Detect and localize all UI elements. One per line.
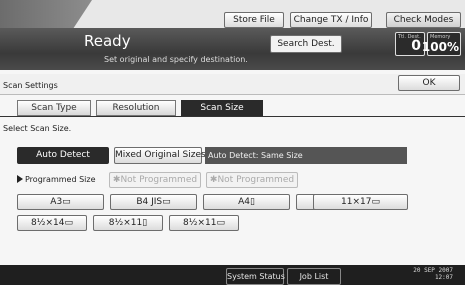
panel-title: Scan Settings: [3, 81, 58, 90]
memory-counter: Memory 100%: [422, 32, 461, 56]
job-list-button[interactable]: Job List: [287, 268, 341, 285]
date-time: 20 SEP 2007 12:07: [413, 267, 453, 281]
toolbar-shade: [0, 0, 92, 28]
ok-button[interactable]: OK: [398, 75, 460, 91]
programmed-size-text: Programmed Size: [25, 175, 96, 184]
tab-divider: [0, 116, 465, 117]
not-programmed-button[interactable]: ✱Not Programmed: [109, 172, 201, 188]
size-a4-portrait-button[interactable]: A4▯: [203, 194, 290, 210]
auto-detect-button[interactable]: Auto Detect: [17, 147, 109, 164]
mixed-sizes-button[interactable]: Mixed Original Sizes: [114, 147, 206, 164]
status-message: Set original and specify destination.: [104, 55, 248, 64]
size-a3-button[interactable]: A3▭: [17, 194, 104, 210]
tx-dest-counter: Ttl. Dest. 0: [395, 32, 425, 56]
auto-detect-status: Auto Detect: Same Size: [205, 147, 407, 164]
search-dest-button[interactable]: Search Dest.: [270, 35, 342, 53]
size-11x17-button[interactable]: 11×17▭: [313, 194, 408, 210]
tab-scan-size[interactable]: Scan Size: [181, 100, 263, 116]
select-scan-size-label: Select Scan Size.: [3, 124, 72, 133]
tab-resolution[interactable]: Resolution: [96, 100, 176, 116]
triangle-icon: [17, 175, 23, 183]
ready-text: Ready: [84, 32, 131, 50]
system-status-button[interactable]: System Status: [226, 268, 285, 285]
tx-dest-value: 0: [411, 38, 421, 54]
size-8-5x14-button[interactable]: 8½×14▭: [17, 215, 87, 231]
not-programmed-button[interactable]: ✱Not Programmed: [206, 172, 298, 188]
memory-value: 100%: [421, 40, 459, 54]
size-8-5x11-landscape-button[interactable]: 8½×11▭: [169, 215, 239, 231]
scanner-screen: Store File Change TX / Info Check Modes …: [0, 0, 465, 285]
change-tx-info-button[interactable]: Change TX / Info: [290, 12, 372, 28]
panel-header: Scan Settings: [0, 74, 465, 95]
tab-scan-type[interactable]: Scan Type: [17, 100, 91, 116]
ready-status: Ready: [84, 32, 131, 50]
store-file-button[interactable]: Store File: [224, 12, 284, 28]
check-modes-button[interactable]: Check Modes: [386, 12, 461, 28]
size-8-5x11-portrait-button[interactable]: 8½×11▯: [93, 215, 163, 231]
programmed-size-label: Programmed Size: [17, 175, 96, 184]
time-text: 12:07: [434, 274, 453, 281]
size-b4-jis-button[interactable]: B4 JIS▭: [110, 194, 197, 210]
date-text: 20 SEP 2007: [413, 267, 453, 274]
